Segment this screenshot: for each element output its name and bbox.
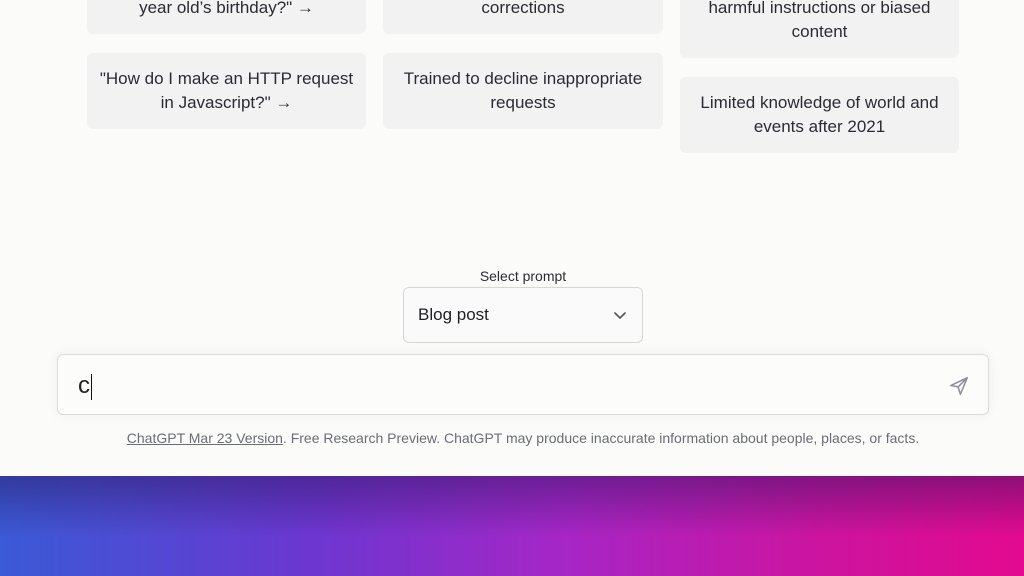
limitation-card-knowledge: Limited knowledge of world and events af… <box>680 77 959 153</box>
background-gradient <box>0 476 1024 576</box>
chat-app: year old’s birthday?" → "How do I make a… <box>0 0 1024 476</box>
example-card-birthday[interactable]: year old’s birthday?" → <box>87 0 366 34</box>
chevron-down-icon <box>614 312 626 319</box>
prompt-select-value: Blog post <box>418 305 489 324</box>
example-text: year old’s birthday?" → <box>139 0 314 17</box>
version-link[interactable]: ChatGPT Mar 23 Version <box>127 430 283 446</box>
select-prompt-label: Select prompt <box>479 268 567 284</box>
capability-text: Trained to decline inappropriate request… <box>403 69 643 112</box>
send-icon[interactable] <box>948 375 970 397</box>
example-card-http-request[interactable]: "How do I make an HTTP request in Javasc… <box>87 53 366 129</box>
message-input[interactable]: c <box>57 354 989 415</box>
example-text: "How do I make an HTTP request in Javasc… <box>99 69 354 112</box>
text-caret <box>91 373 92 400</box>
prompt-select[interactable]: Blog post <box>403 287 643 343</box>
message-input-text: c <box>78 371 92 401</box>
capability-text: corrections <box>481 0 565 17</box>
capability-card-corrections: corrections <box>383 0 663 34</box>
disclaimer-text: . Free Research Preview. ChatGPT may pro… <box>282 430 920 446</box>
footer-disclaimer: ChatGPT Mar 23 Version. Free Research Pr… <box>0 430 1024 446</box>
limitation-text: Limited knowledge of world and events af… <box>700 93 939 136</box>
message-input-value: c <box>78 372 90 399</box>
limitation-text: harmful instructions or biased content <box>708 0 931 41</box>
capability-card-decline: Trained to decline inappropriate request… <box>383 53 663 129</box>
limitation-card-harmful: harmful instructions or biased content <box>680 0 959 58</box>
